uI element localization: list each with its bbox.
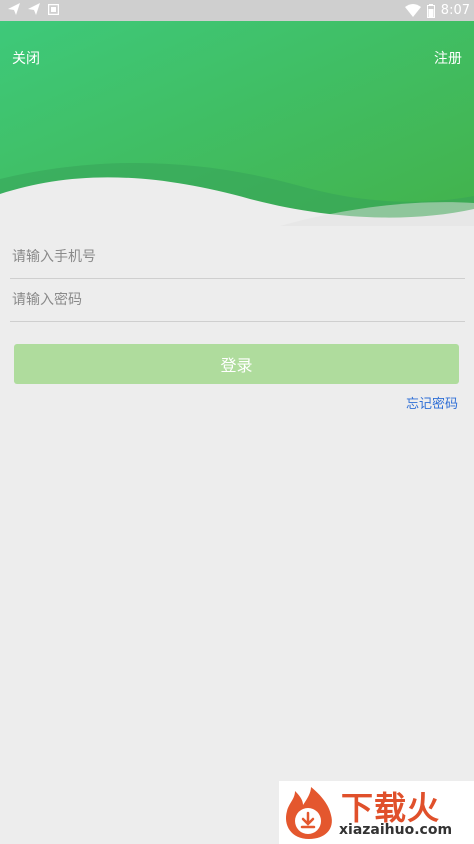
send-icon	[28, 3, 40, 15]
watermark-domain: xiazaihuo.com	[339, 822, 453, 838]
watermark: 下载火 xiazaihuo.com	[279, 781, 474, 844]
flame-logo-icon	[285, 787, 332, 839]
status-right-icons: 8:07	[404, 3, 470, 18]
battery-icon	[426, 3, 435, 18]
forgot-password-link[interactable]: 忘记密码	[406, 393, 458, 412]
status-bar: 8:07	[0, 0, 474, 21]
close-button[interactable]: 关闭	[12, 48, 40, 68]
wifi-icon	[404, 4, 421, 17]
phone-field	[10, 236, 465, 279]
login-button[interactable]: 登录	[14, 344, 459, 384]
phone-input[interactable]	[10, 249, 465, 265]
password-field	[10, 279, 465, 322]
status-left-icons	[8, 3, 59, 15]
header-wave-background	[0, 21, 474, 226]
header-banner: 关闭 注册	[0, 21, 474, 226]
register-button[interactable]: 注册	[434, 48, 462, 68]
status-time: 8:07	[440, 3, 470, 18]
password-input[interactable]	[10, 292, 465, 308]
notification-icon	[48, 3, 59, 15]
send-icon	[8, 3, 20, 15]
